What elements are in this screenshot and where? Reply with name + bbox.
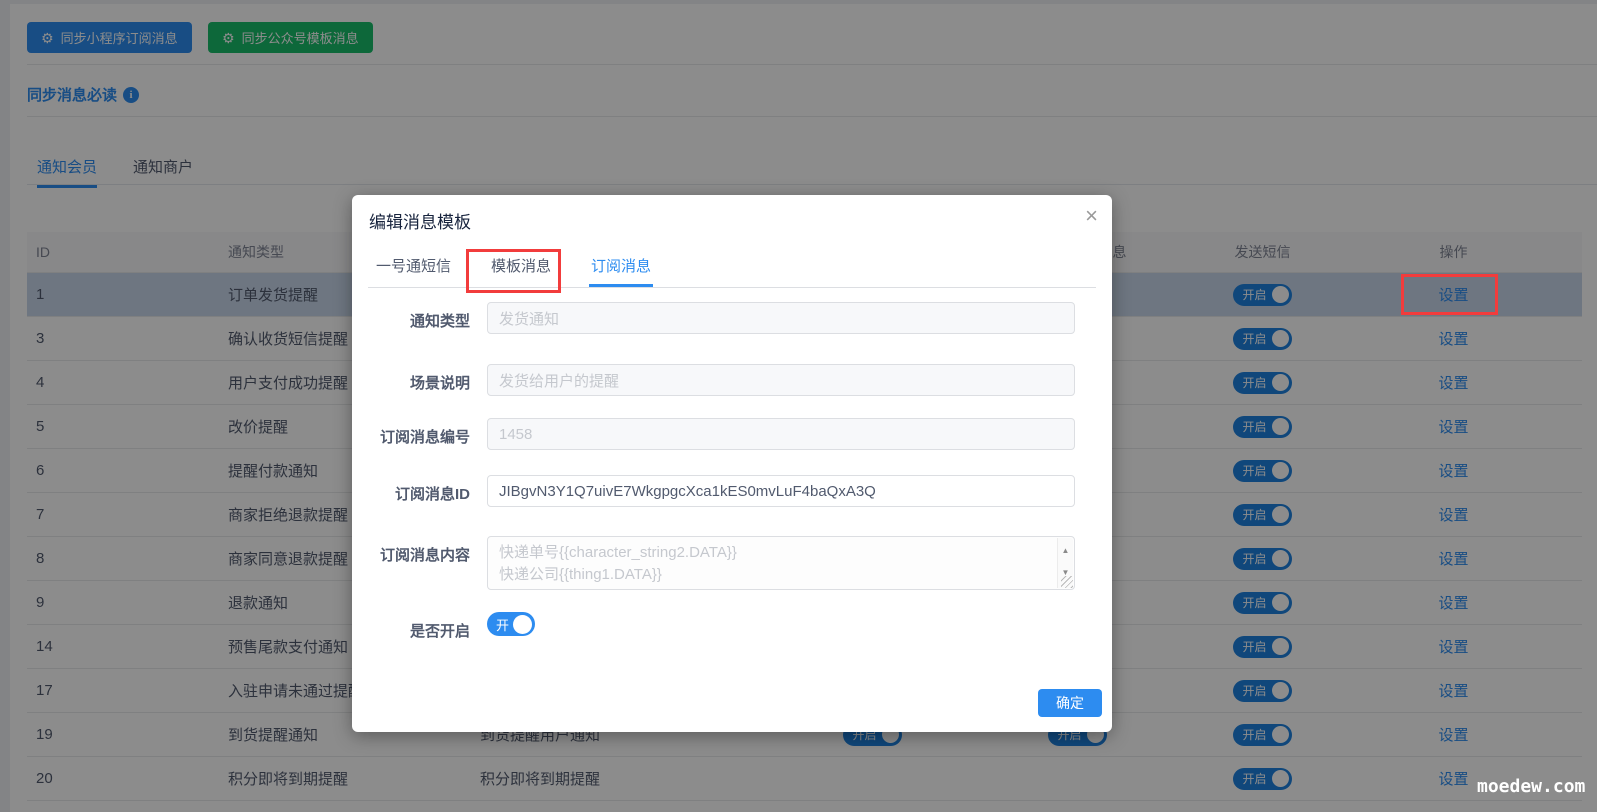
- form-input[interactable]: 发货给用户的提醒: [487, 364, 1075, 396]
- enable-toggle[interactable]: 开: [487, 612, 536, 636]
- modal-tabs: 一号通短信 模板消息 订阅消息: [368, 255, 1096, 288]
- scroll-up-icon[interactable]: ▲: [1062, 540, 1070, 562]
- field-label: 订阅消息内容: [379, 547, 470, 564]
- tab-subscribe-message[interactable]: 订阅消息: [589, 255, 654, 287]
- field-label: 订阅消息编号: [379, 429, 470, 446]
- form-input[interactable]: JIBgvN3Y1Q7uivE7WkgpgcXca1kES0mvLuF4baQx…: [487, 475, 1075, 507]
- field-label: 订阅消息ID: [394, 486, 470, 503]
- confirm-button[interactable]: 确定: [1038, 689, 1102, 717]
- form-input[interactable]: 发货通知: [487, 302, 1075, 334]
- form-input[interactable]: 1458: [487, 418, 1075, 450]
- watermark: moedew.com: [1477, 776, 1586, 797]
- field-label: 通知类型: [409, 313, 470, 330]
- field-label: 场景说明: [409, 375, 470, 392]
- modal-title: 编辑消息模板: [369, 213, 471, 232]
- field-label: 是否开启: [409, 623, 470, 640]
- tab-template-message[interactable]: 模板消息: [491, 255, 551, 287]
- edit-message-template-modal: 编辑消息模板 × 一号通短信 模板消息 订阅消息 通知类型 发货通知场景说明 发货给…: [352, 195, 1112, 732]
- tab-sms[interactable]: 一号通短信: [376, 255, 451, 287]
- toggle-knob: [513, 614, 533, 634]
- resize-grip[interactable]: [1061, 576, 1073, 588]
- toggle-label: 开: [496, 617, 510, 633]
- form-textarea[interactable]: 快递单号{{character_string2.DATA}} 快递公司{{thi…: [487, 536, 1075, 590]
- close-icon[interactable]: ×: [1085, 205, 1098, 227]
